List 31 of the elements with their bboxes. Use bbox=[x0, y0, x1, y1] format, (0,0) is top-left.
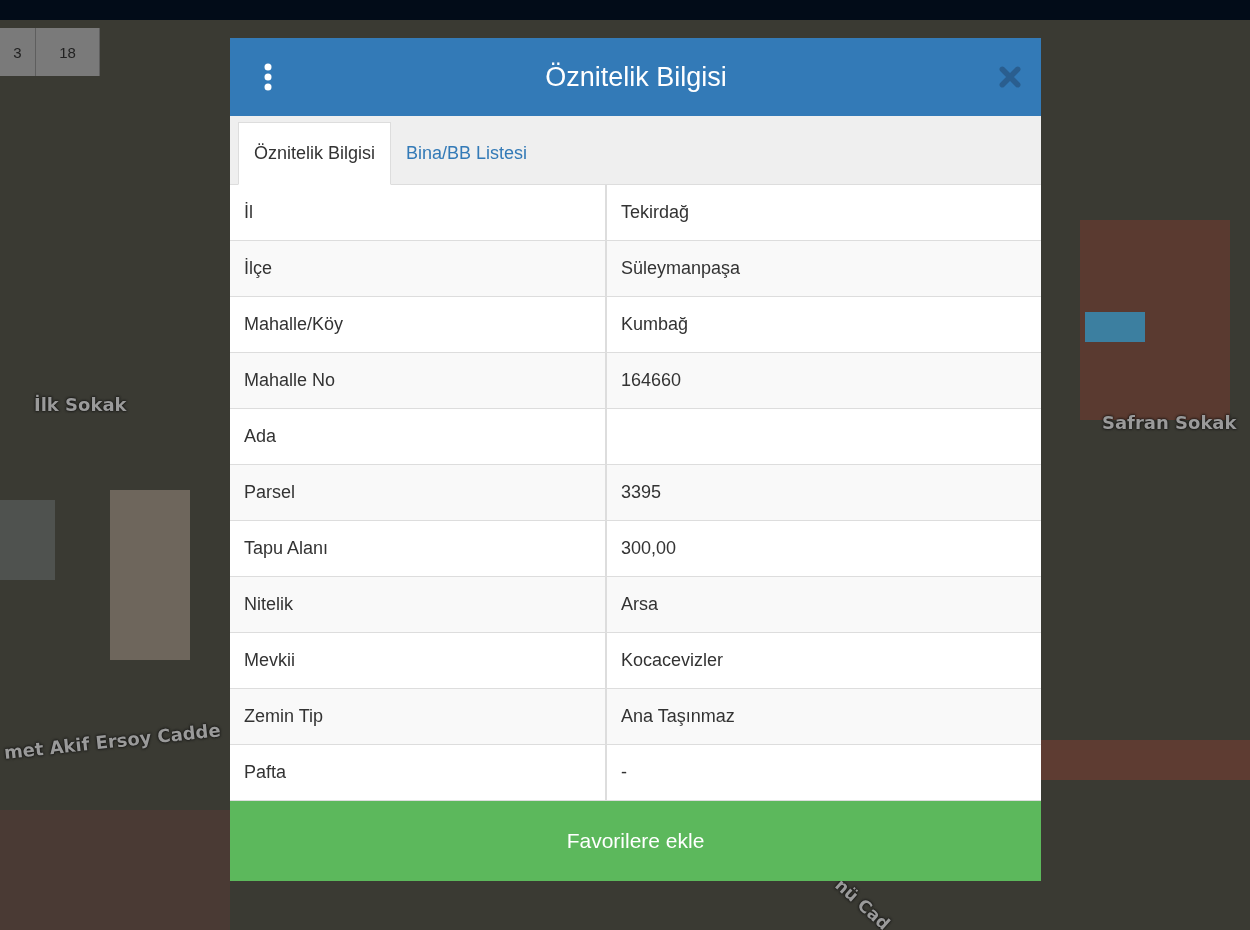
street-label: Safran Sokak bbox=[1102, 412, 1237, 433]
table-cell: 164660 bbox=[605, 352, 1041, 408]
table-cell: Kumbağ bbox=[605, 296, 1041, 352]
table-cell-text: İlçe bbox=[243, 256, 273, 280]
table-cell-text: Zemin Tip bbox=[243, 704, 325, 728]
map-control-button[interactable]: 18 bbox=[36, 28, 100, 76]
tab[interactable]: Bina/BB Listesi bbox=[391, 121, 543, 185]
table-cell: 3395 bbox=[605, 464, 1041, 520]
dialog-title: Öznitelik Bilgisi bbox=[545, 61, 727, 93]
table-cell: Tekirdağ bbox=[605, 184, 1041, 240]
add-favorites-button[interactable]: Favorilere ekle bbox=[230, 800, 1041, 881]
table-cell-text: Pafta bbox=[243, 760, 288, 784]
table-cell-text: Nitelik bbox=[243, 592, 294, 616]
map-control-button[interactable]: 3 bbox=[0, 28, 36, 76]
table-cell-text: Mahalle/Köy bbox=[243, 312, 345, 336]
street-label: İlk Sokak bbox=[34, 394, 127, 415]
street-label: met Akif Ersoy Cadde bbox=[2, 719, 222, 763]
tab[interactable]: Öznitelik Bilgisi bbox=[238, 121, 392, 185]
table-cell: Kocacevizler bbox=[605, 632, 1041, 688]
table-cell-text: Mahalle No bbox=[243, 368, 337, 392]
table-cell: - bbox=[605, 744, 1041, 800]
menu-icon[interactable] bbox=[263, 63, 273, 92]
table-cell-text: Parsel bbox=[243, 480, 297, 504]
table-cell-text: İl bbox=[243, 200, 254, 224]
table-cell: Arsa bbox=[605, 576, 1041, 632]
table-cell: Ana Taşınmaz bbox=[605, 688, 1041, 744]
table-cell-text: Mevkii bbox=[243, 648, 296, 672]
table-cell-text: Tapu Alanı bbox=[243, 536, 330, 560]
table-cell-text: Ada bbox=[243, 424, 278, 448]
table-cell: Süleymanpaşa bbox=[605, 240, 1041, 296]
table-cell: 300,00 bbox=[605, 520, 1041, 576]
